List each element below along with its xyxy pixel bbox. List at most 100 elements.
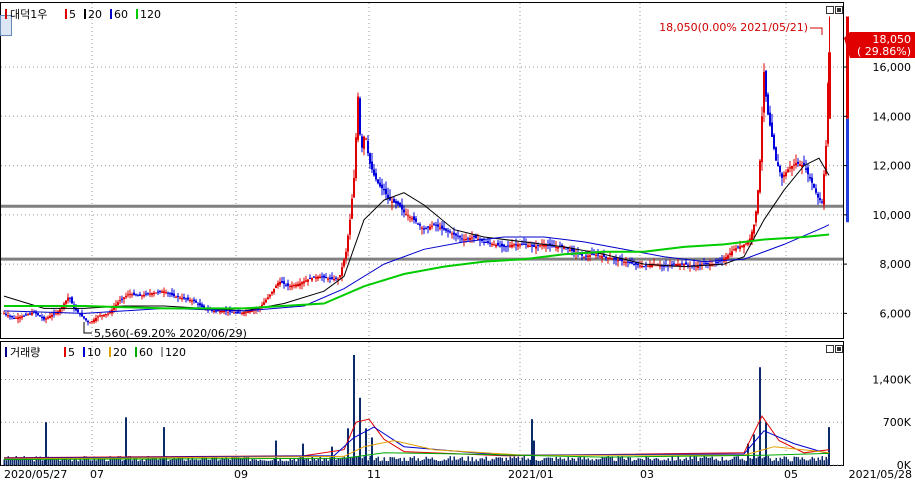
candle-body — [643, 266, 645, 268]
volume-bar — [797, 457, 799, 465]
volume-bar — [133, 458, 135, 465]
volume-bar — [561, 459, 563, 465]
candle-body — [355, 137, 357, 179]
volume-bar — [503, 461, 505, 465]
candle-body — [445, 228, 447, 231]
candle-body — [737, 246, 739, 248]
volume-bar — [751, 458, 753, 465]
candle-body — [39, 315, 41, 317]
volume-bar — [363, 456, 365, 465]
candle-body — [517, 244, 519, 247]
candle-body — [569, 249, 571, 251]
candle-body — [189, 300, 191, 302]
candle-body — [455, 233, 457, 236]
volume-bar — [569, 460, 571, 465]
candle-body — [263, 302, 265, 305]
candle-body — [743, 244, 745, 248]
candle-body — [639, 265, 641, 267]
volume-bar — [735, 456, 737, 465]
candle-body — [121, 298, 123, 300]
volume-bar — [257, 460, 259, 465]
candle-body — [93, 319, 95, 323]
volume-bar — [579, 456, 581, 465]
candle-body — [613, 257, 615, 260]
candle-body — [243, 312, 245, 314]
candle-body — [765, 70, 767, 97]
candle-body — [31, 312, 33, 315]
volume-bar — [541, 460, 543, 465]
volume-bar — [361, 458, 363, 465]
candle-body — [761, 116, 763, 163]
volume-bar — [717, 460, 719, 465]
volume-bar — [625, 460, 627, 465]
volume-bar — [689, 456, 691, 465]
volume-bar — [593, 460, 595, 465]
volume-bar — [757, 456, 759, 465]
candle-body — [433, 223, 435, 225]
volume-bar — [781, 458, 783, 465]
candle-body — [239, 312, 241, 314]
candle-body — [275, 285, 277, 288]
volume-bar — [571, 457, 573, 465]
volume-bar — [387, 461, 389, 465]
volume-bar — [295, 461, 297, 465]
volume-bar — [705, 456, 707, 465]
volume-bar — [731, 458, 733, 465]
candle-body — [511, 244, 513, 248]
volume-bar — [321, 461, 323, 465]
volume-bar — [411, 458, 413, 465]
candle-body — [733, 249, 735, 251]
volume-bar — [431, 457, 433, 465]
candle-body — [45, 318, 47, 320]
candle-body — [621, 259, 623, 262]
candle-body — [419, 224, 421, 226]
candle-body — [411, 218, 413, 220]
legend-swatch — [161, 347, 163, 357]
candle-body — [629, 261, 631, 264]
volume-bar — [357, 456, 359, 465]
volume-bar — [537, 460, 539, 465]
candle-body — [509, 245, 511, 247]
candle-body — [197, 303, 199, 305]
candle-body — [381, 184, 383, 189]
legend-item-label: 120 — [165, 346, 186, 359]
volume-bar — [479, 458, 481, 465]
candle-body — [401, 204, 403, 210]
candle-body — [265, 299, 267, 303]
volume-bar — [277, 461, 279, 465]
volume-bar — [815, 460, 817, 465]
candle-body — [449, 231, 451, 233]
candle-body — [465, 238, 467, 240]
candle-body — [317, 276, 319, 279]
candle-body — [315, 277, 317, 279]
volume-bar — [535, 460, 537, 465]
candle-body — [828, 52, 831, 119]
volume-bar — [375, 458, 377, 465]
volume-bar — [323, 458, 325, 465]
volume-bar — [565, 460, 567, 465]
candle-body — [495, 244, 497, 247]
candle-body — [685, 262, 687, 265]
legend-item-label: 5 — [68, 346, 75, 359]
volume-bar — [373, 460, 375, 465]
candle-body — [183, 297, 185, 299]
candle-body — [287, 283, 289, 286]
candle-body — [187, 297, 189, 300]
volume-bar — [267, 460, 269, 465]
candle-body — [821, 201, 823, 203]
candle-body — [797, 161, 799, 164]
volume-bar — [483, 459, 485, 465]
candle-body — [687, 264, 689, 266]
candle-body — [729, 253, 731, 255]
current-day-bar — [846, 118, 849, 223]
volume-bar — [725, 459, 727, 465]
volume-bar — [789, 461, 791, 465]
volume-bar — [669, 460, 671, 465]
date-tick-label: 07 — [90, 468, 104, 481]
volume-bar — [185, 460, 187, 465]
current-price-tag: 18,050 ( 29.86%) — [844, 32, 915, 58]
volume-bar — [79, 458, 81, 465]
candle-body — [161, 291, 163, 293]
legend-swatch — [64, 347, 66, 357]
candle-body — [435, 224, 437, 226]
